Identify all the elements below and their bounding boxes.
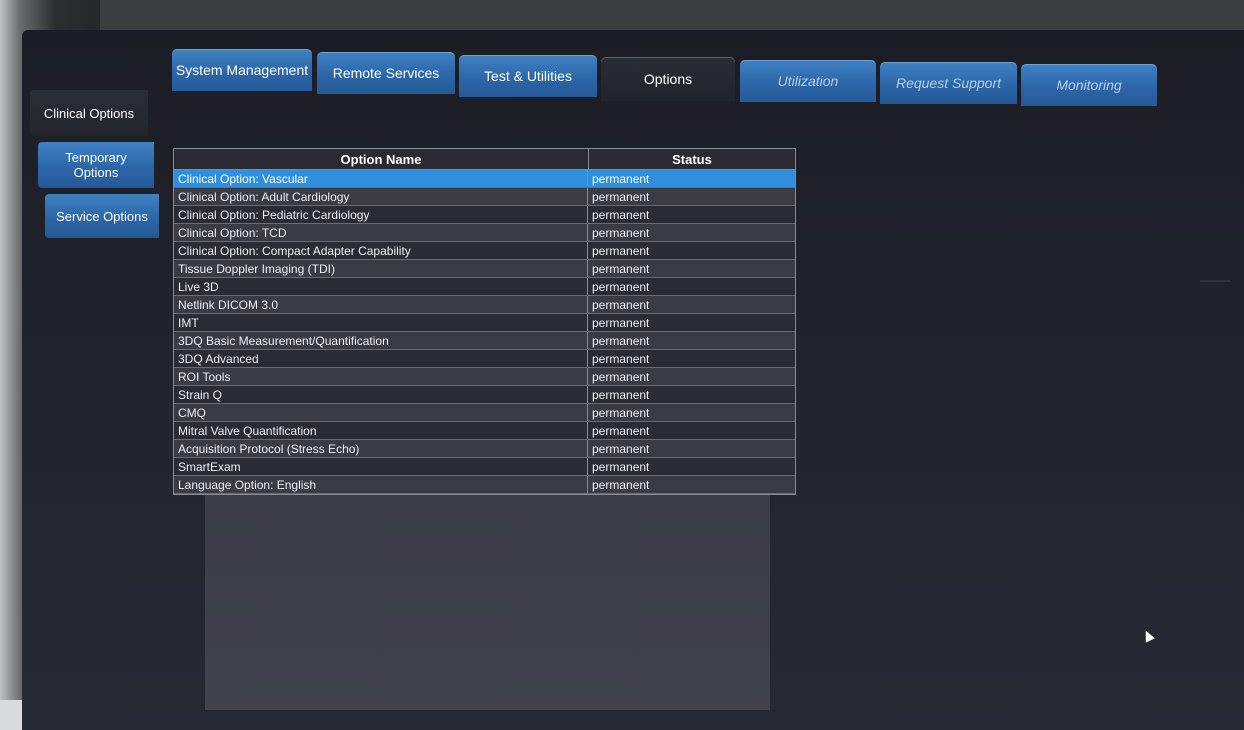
table-row[interactable]: 3DQ Basic Measurement/Quantification perm… (174, 332, 795, 350)
status-cell: permanent (592, 171, 650, 186)
table-row[interactable]: Clinical Option: Pediatric Cardiology per… (174, 206, 795, 224)
status-cell: permanent (592, 477, 650, 492)
status-cell: permanent (592, 405, 650, 420)
option-name-cell: Language Option: English (174, 476, 588, 493)
option-name-cell: Acquisition Protocol (Stress Echo) (174, 440, 588, 457)
option-name-cell: IMT (174, 314, 588, 331)
table-row[interactable]: Clinical Option: Vascular permanent (174, 170, 795, 188)
content-panel (205, 470, 770, 710)
status-cell: permanent (592, 225, 650, 240)
tab-monitoring[interactable]: Monitoring (1021, 64, 1157, 106)
option-name-cell: 3DQ Advanced (174, 350, 588, 367)
status-cell: permanent (592, 189, 650, 204)
table-row[interactable]: Acquisition Protocol (Stress Echo) perman… (174, 440, 795, 458)
table-row[interactable]: SmartExam permanent (174, 458, 795, 476)
status-cell: permanent (592, 459, 650, 474)
side-tab-service-options[interactable]: Service Options (45, 194, 159, 238)
tab-test-utilities[interactable]: Test & Utilities (459, 55, 597, 97)
option-name-cell: Tissue Doppler Imaging (TDI) (174, 260, 588, 277)
option-name-cell: Netlink DICOM 3.0 (174, 296, 588, 313)
table-row[interactable]: Live 3D permanent (174, 278, 795, 296)
table-row[interactable]: CMQ permanent (174, 404, 795, 422)
option-name-cell: Clinical Option: Compact Adapter Capabil… (174, 242, 588, 259)
column-header-status[interactable]: Status (589, 149, 795, 169)
table-row[interactable]: Netlink DICOM 3.0 permanent (174, 296, 795, 314)
option-name-cell: 3DQ Basic Measurement/Quantification (174, 332, 588, 349)
option-name-cell: CMQ (174, 404, 588, 421)
table-row[interactable]: Strain Q permanent (174, 386, 795, 404)
table-row[interactable]: 3DQ Advanced permanent (174, 350, 795, 368)
tab-system-management[interactable]: System Management (172, 49, 312, 91)
table-row[interactable]: Language Option: English permanent (174, 476, 795, 494)
status-cell: permanent (592, 441, 650, 456)
screen-glare (1200, 280, 1230, 282)
status-cell: permanent (592, 297, 650, 312)
option-name-cell: Clinical Option: Pediatric Cardiology (174, 206, 588, 223)
status-cell: permanent (592, 279, 650, 294)
option-name-cell: Clinical Option: Adult Cardiology (174, 188, 588, 205)
table-row[interactable]: Tissue Doppler Imaging (TDI) permanent (174, 260, 795, 278)
tab-request-support[interactable]: Request Support (880, 62, 1017, 104)
option-name-cell: Live 3D (174, 278, 588, 295)
table-row[interactable]: Clinical Option: Adult Cardiology permane… (174, 188, 795, 206)
table-body: Clinical Option: Vascular permanent Clinic… (174, 170, 795, 494)
table-row[interactable]: Mitral Valve Quantification permanent (174, 422, 795, 440)
tab-utilization[interactable]: Utilization (740, 60, 876, 102)
tab-remote-services[interactable]: Remote Services (317, 52, 455, 94)
option-name-cell: Clinical Option: Vascular (174, 170, 588, 187)
table-header: Option Name Status (174, 149, 795, 170)
status-cell: permanent (592, 333, 650, 348)
status-cell: permanent (592, 207, 650, 222)
table-row[interactable]: Clinical Option: Compact Adapter Capabil… (174, 242, 795, 260)
option-name-cell: Clinical Option: TCD (174, 224, 588, 241)
option-name-cell: Strain Q (174, 386, 588, 403)
status-cell: permanent (592, 423, 650, 438)
side-tab-clinical-options[interactable]: Clinical Options (30, 90, 148, 136)
table-row[interactable]: ROI Tools permanent (174, 368, 795, 386)
status-cell: permanent (592, 261, 650, 276)
option-name-cell: ROI Tools (174, 368, 588, 385)
status-cell: permanent (592, 315, 650, 330)
column-header-option-name[interactable]: Option Name (174, 149, 589, 169)
status-cell: permanent (592, 351, 650, 366)
table-row[interactable]: IMT permanent (174, 314, 795, 332)
option-name-cell: SmartExam (174, 458, 588, 475)
side-tab-temporary-options[interactable]: Temporary Options (38, 142, 154, 188)
tab-options[interactable]: Options (601, 57, 735, 101)
option-name-cell: Mitral Valve Quantification (174, 422, 588, 439)
status-cell: permanent (592, 369, 650, 384)
options-table: Option Name Status Clinical Option: Vasc… (173, 148, 796, 495)
table-row[interactable]: Clinical Option: TCD permanent (174, 224, 795, 242)
status-cell: permanent (592, 243, 650, 258)
status-cell: permanent (592, 387, 650, 402)
